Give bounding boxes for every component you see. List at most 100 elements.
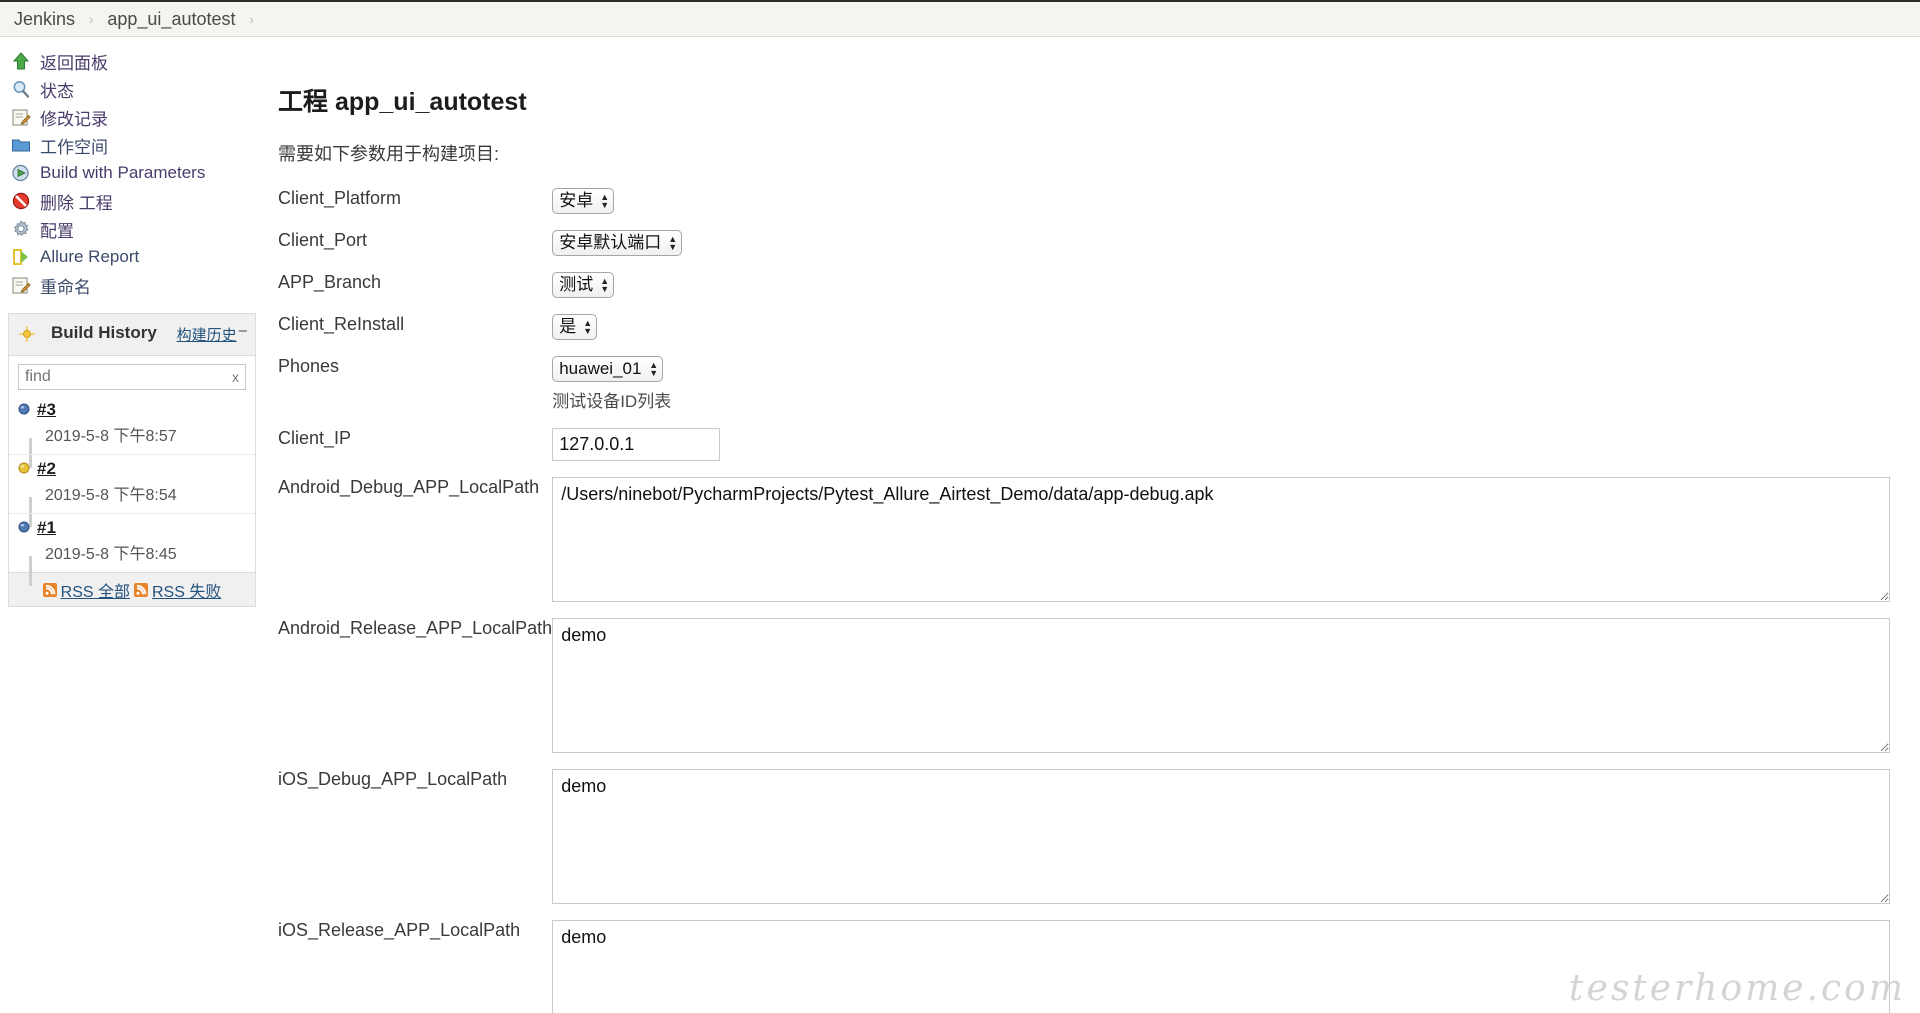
param-row-client-reinstall: Client_ReInstall 是 ▲ ▼: [278, 314, 1890, 340]
sun-icon: [19, 326, 35, 347]
phones-select[interactable]: huawei_01: [552, 356, 664, 382]
allure-icon: [10, 246, 32, 268]
clear-icon[interactable]: x: [232, 369, 239, 385]
sidebar-item-label: 配置: [40, 221, 74, 241]
build-history-header: Build History 构建历史 –: [9, 314, 255, 356]
param-label: iOS_Release_APP_LocalPath: [278, 920, 521, 940]
rss-icon: [134, 582, 148, 597]
sidebar-item-rename[interactable]: 重命名: [0, 271, 258, 299]
client-platform-select[interactable]: 安卓: [552, 188, 615, 214]
notepad-icon: [10, 274, 32, 296]
build-find-input[interactable]: [19, 368, 245, 386]
build-number-link[interactable]: #1: [37, 518, 56, 538]
sidebar-item-workspace[interactable]: 工作空间: [0, 131, 258, 159]
param-label: Phones: [278, 356, 340, 376]
sidebar-item-status[interactable]: 状态: [0, 75, 258, 103]
param-label: Client_ReInstall: [278, 314, 405, 334]
build-stalk: [29, 556, 32, 586]
param-row-android-debug-path: Android_Debug_APP_LocalPath: [278, 477, 1890, 602]
client-port-select-wrapper[interactable]: 安卓默认端口 ▲ ▼: [552, 230, 683, 256]
build-list-item[interactable]: #2 2019-5-8 下午8:54: [9, 454, 255, 527]
param-row-android-release-path: Android_Release_APP_LocalPath: [278, 618, 1890, 753]
sidebar: 返回面板 状态 修改记录 工作空间 Build with Parameters: [0, 37, 258, 607]
param-row-client-ip: Client_IP: [278, 428, 1890, 461]
build-list-item[interactable]: #1 2019-5-8 下午8:45: [9, 513, 255, 586]
ios-debug-path-textarea[interactable]: [552, 769, 1890, 904]
sidebar-item-build-with-parameters[interactable]: Build with Parameters: [0, 159, 258, 187]
gear-icon: [10, 218, 32, 240]
param-row-client-port: Client_Port 安卓默认端口 ▲ ▼: [278, 230, 1890, 256]
rss-failed-link[interactable]: RSS 失败: [152, 578, 221, 602]
breadcrumb-item-project[interactable]: app_ui_autotest: [107, 9, 235, 30]
sidebar-item-label: Allure Report: [40, 247, 140, 266]
build-find-wrapper: x: [9, 356, 255, 396]
param-label: Android_Release_APP_LocalPath: [278, 618, 553, 638]
param-row-client-platform: Client_Platform 安卓 ▲ ▼: [278, 188, 1890, 214]
param-label: Client_IP: [278, 428, 352, 448]
rss-links-row: RSS 全部 RSS 失败: [9, 572, 255, 606]
sidebar-item-label: 状态: [40, 81, 74, 101]
sidebar-item-configure[interactable]: 配置: [0, 215, 258, 243]
notepad-icon: [10, 106, 32, 128]
breadcrumb: Jenkins › app_ui_autotest ›: [0, 0, 1920, 37]
ios-release-path-textarea[interactable]: [552, 920, 1890, 1013]
main-content: 工程 app_ui_autotest 需要如下参数用于构建项目: Client_…: [258, 37, 1920, 1013]
build-date: 2019-5-8 下午8:45: [17, 540, 255, 586]
breadcrumb-item-jenkins[interactable]: Jenkins: [14, 9, 75, 30]
android-release-path-textarea[interactable]: [552, 618, 1890, 753]
breadcrumb-separator-icon: ›: [89, 11, 94, 27]
rss-icon: [42, 582, 57, 597]
status-ball-blue-icon: [17, 521, 31, 535]
app-branch-select[interactable]: 测试: [552, 272, 615, 298]
build-number-link[interactable]: #3: [37, 400, 56, 420]
rss-all-link[interactable]: RSS 全部: [61, 578, 130, 602]
sidebar-item-label: Build with Parameters: [40, 163, 206, 182]
up-arrow-icon: [10, 50, 32, 72]
param-label: Client_Port: [278, 230, 368, 250]
build-find-box[interactable]: x: [18, 364, 246, 390]
sidebar-item-delete-project[interactable]: 删除 工程: [0, 187, 258, 215]
param-row-ios-debug-path: iOS_Debug_APP_LocalPath: [278, 769, 1890, 904]
sidebar-item-label: 删除 工程: [40, 193, 113, 213]
client-ip-input[interactable]: [552, 428, 721, 461]
build-number-link[interactable]: #2: [37, 459, 56, 479]
phones-description: 测试设备ID列表: [552, 392, 672, 411]
sidebar-item-label: 工作空间: [40, 137, 108, 157]
build-trend-link[interactable]: 构建历史: [177, 324, 237, 345]
page-title: 工程 app_ui_autotest: [278, 88, 527, 116]
client-reinstall-select-wrapper[interactable]: 是 ▲ ▼: [552, 314, 598, 340]
forbidden-icon: [10, 190, 32, 212]
build-history-panel: Build History 构建历史 – x: [8, 313, 256, 607]
folder-icon: [10, 134, 32, 156]
param-row-app-branch: APP_Branch 测试 ▲ ▼: [278, 272, 1890, 298]
param-label: Android_Debug_APP_LocalPath: [278, 477, 540, 497]
parameters-description: 需要如下参数用于构建项目:: [278, 144, 499, 164]
sidebar-item-label: 修改记录: [40, 109, 108, 129]
phones-select-wrapper[interactable]: huawei_01 ▲ ▼: [552, 356, 664, 382]
client-port-select[interactable]: 安卓默认端口: [552, 230, 683, 256]
breadcrumb-separator-icon: ›: [249, 11, 254, 27]
client-platform-select-wrapper[interactable]: 安卓 ▲ ▼: [552, 188, 615, 214]
build-date: 2019-5-8 下午8:57: [17, 422, 255, 468]
param-label: Client_Platform: [278, 188, 402, 208]
sidebar-item-back-to-dashboard[interactable]: 返回面板: [0, 47, 258, 75]
build-trend-toggle[interactable]: –: [239, 322, 247, 339]
sidebar-item-allure-report[interactable]: Allure Report: [0, 243, 258, 271]
clock-play-icon: [10, 162, 32, 184]
build-list: #3 2019-5-8 下午8:57 #2 2019-5-8 下午8:54 #1…: [9, 396, 255, 586]
param-label: APP_Branch: [278, 272, 382, 292]
param-row-ios-release-path: iOS_Release_APP_LocalPath: [278, 920, 1890, 1013]
sidebar-item-label: 返回面板: [40, 53, 108, 73]
build-history-title: Build History: [51, 323, 157, 342]
parameters-table: Client_Platform 安卓 ▲ ▼ Client_Port 安卓默认端…: [278, 188, 1890, 1013]
android-debug-path-textarea[interactable]: [552, 477, 1890, 602]
param-row-phones: Phones huawei_01 ▲ ▼ 测试设备ID列表: [278, 356, 1890, 412]
client-reinstall-select[interactable]: 是: [552, 314, 598, 340]
param-label: iOS_Debug_APP_LocalPath: [278, 769, 508, 789]
sidebar-item-label: 重命名: [40, 277, 91, 297]
build-list-item[interactable]: #3 2019-5-8 下午8:57: [9, 396, 255, 468]
sidebar-item-changes[interactable]: 修改记录: [0, 103, 258, 131]
magnifier-icon: [10, 78, 32, 100]
app-branch-select-wrapper[interactable]: 测试 ▲ ▼: [552, 272, 615, 298]
build-date: 2019-5-8 下午8:54: [17, 481, 255, 527]
